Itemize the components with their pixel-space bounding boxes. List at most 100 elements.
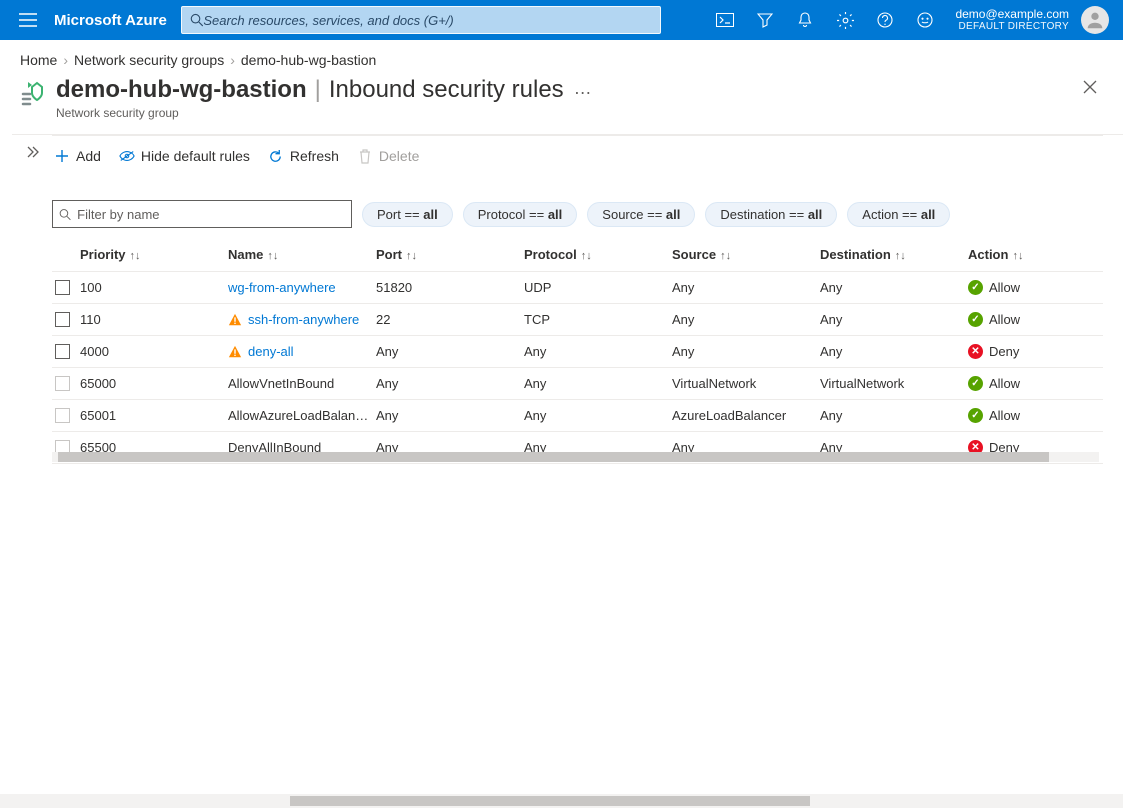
- filter-pill-port[interactable]: Port == all: [362, 202, 453, 227]
- chevron-double-right-icon: [25, 145, 39, 159]
- filter-icon: [757, 12, 773, 28]
- breadcrumb-nsg[interactable]: Network security groups: [74, 52, 224, 68]
- brand-label[interactable]: Microsoft Azure: [48, 12, 181, 29]
- notifications-button[interactable]: [785, 0, 825, 40]
- chevron-right-icon: ›: [63, 52, 68, 68]
- sort-icon: ↑↓: [891, 250, 906, 262]
- global-search-input[interactable]: [203, 13, 651, 28]
- cell-port: Any: [376, 338, 524, 365]
- cell-destination: Any: [820, 402, 968, 429]
- table-horizontal-scrollbar[interactable]: [52, 452, 1099, 462]
- cell-priority: 4000: [80, 338, 228, 365]
- avatar-icon: [1084, 9, 1106, 31]
- delete-button: Delete: [355, 146, 421, 166]
- filter-pill-action[interactable]: Action == all: [847, 202, 950, 227]
- rule-name-link[interactable]: wg-from-anywhere: [228, 280, 336, 295]
- cell-name: deny-all: [228, 344, 368, 359]
- page-section: Inbound security rules: [329, 76, 564, 104]
- help-button[interactable]: [865, 0, 905, 40]
- filter-pill-source[interactable]: Source == all: [587, 202, 695, 227]
- top-bar: Microsoft Azure demo@example.com DEFAULT…: [0, 0, 1123, 40]
- directories-button[interactable]: [745, 0, 785, 40]
- table-row[interactable]: 65001AllowAzureLoadBalan…AnyAnyAzureLoad…: [52, 400, 1103, 432]
- col-priority[interactable]: Priority↑↓: [80, 241, 228, 268]
- table-row[interactable]: 100wg-from-anywhere51820UDPAnyAny✓Allow: [52, 272, 1103, 304]
- global-search[interactable]: [181, 6, 661, 34]
- col-destination[interactable]: Destination↑↓: [820, 241, 968, 268]
- menu-button[interactable]: [8, 0, 48, 40]
- col-port[interactable]: Port↑↓: [376, 241, 524, 268]
- cell-destination: Any: [820, 274, 968, 301]
- close-button[interactable]: [1077, 76, 1103, 98]
- cell-port: 22: [376, 306, 524, 333]
- hamburger-icon: [19, 13, 37, 27]
- feedback-icon: [917, 12, 933, 28]
- cell-source: AzureLoadBalancer: [672, 402, 820, 429]
- page-horizontal-scrollbar[interactable]: [0, 794, 1123, 808]
- cell-priority: 65001: [80, 402, 228, 429]
- more-button[interactable]: …: [568, 78, 599, 99]
- cell-priority: 100: [80, 274, 228, 301]
- page-title: demo-hub-wg-bastion: [56, 76, 307, 104]
- allow-icon: ✓: [968, 376, 983, 391]
- warning-icon: [228, 313, 242, 327]
- chevron-right-icon: ›: [230, 52, 235, 68]
- page-header: demo-hub-wg-bastion | Inbound security r…: [0, 74, 1123, 134]
- row-checkbox: [55, 376, 70, 391]
- page-subtitle: Network security group: [56, 106, 1077, 120]
- filter-pill-protocol[interactable]: Protocol == all: [463, 202, 578, 227]
- breadcrumb: Home › Network security groups › demo-hu…: [0, 40, 1123, 74]
- add-button[interactable]: Add: [52, 146, 103, 166]
- account-email: demo@example.com: [955, 8, 1069, 21]
- col-source[interactable]: Source↑↓: [672, 241, 820, 268]
- sort-icon: ↑↓: [263, 250, 278, 262]
- cell-name: wg-from-anywhere: [228, 280, 368, 295]
- rule-name-link[interactable]: deny-all: [248, 344, 294, 359]
- table-row[interactable]: 110ssh-from-anywhere22TCPAnyAny✓Allow: [52, 304, 1103, 336]
- filter-pill-destination[interactable]: Destination == all: [705, 202, 837, 227]
- cell-action: ✓Allow: [968, 376, 1080, 391]
- cell-source: VirtualNetwork: [672, 370, 820, 397]
- expand-nav-button[interactable]: [12, 135, 52, 464]
- account-directory: DEFAULT DIRECTORY: [959, 21, 1070, 32]
- settings-button[interactable]: [825, 0, 865, 40]
- cell-port: Any: [376, 370, 524, 397]
- cell-protocol: Any: [524, 338, 672, 365]
- rule-name-link[interactable]: ssh-from-anywhere: [248, 312, 359, 327]
- breadcrumb-home[interactable]: Home: [20, 52, 57, 68]
- feedback-button[interactable]: [905, 0, 945, 40]
- cell-action: ✓Allow: [968, 280, 1080, 295]
- breadcrumb-current: demo-hub-wg-bastion: [241, 52, 376, 68]
- cell-priority: 110: [80, 306, 228, 333]
- cell-source: Any: [672, 306, 820, 333]
- bell-icon: [797, 12, 813, 28]
- row-checkbox[interactable]: [55, 344, 70, 359]
- name-filter[interactable]: [52, 200, 352, 228]
- cell-destination: VirtualNetwork: [820, 370, 968, 397]
- col-name[interactable]: Name↑↓: [228, 241, 376, 268]
- allow-icon: ✓: [968, 312, 983, 327]
- trash-icon: [357, 148, 373, 164]
- sort-icon: ↑↓: [1008, 250, 1023, 262]
- cell-protocol: UDP: [524, 274, 672, 301]
- col-action[interactable]: Action↑↓: [968, 241, 1088, 268]
- cell-action: ✓Allow: [968, 408, 1080, 423]
- table-row[interactable]: 4000deny-allAnyAnyAnyAny✕Deny: [52, 336, 1103, 368]
- account-avatar[interactable]: [1081, 6, 1109, 34]
- row-checkbox[interactable]: [55, 280, 70, 295]
- hide-default-rules-button[interactable]: Hide default rules: [117, 146, 252, 166]
- rule-name-text: AllowVnetInBound: [228, 376, 334, 391]
- cell-source: Any: [672, 274, 820, 301]
- row-checkbox: [55, 408, 70, 423]
- row-checkbox[interactable]: [55, 312, 70, 327]
- account-info[interactable]: demo@example.com DEFAULT DIRECTORY: [945, 8, 1073, 32]
- search-icon: [190, 13, 204, 27]
- name-filter-input[interactable]: [77, 207, 345, 222]
- cloud-shell-button[interactable]: [705, 0, 745, 40]
- cell-protocol: Any: [524, 370, 672, 397]
- table-row[interactable]: 65000AllowVnetInBoundAnyAnyVirtualNetwor…: [52, 368, 1103, 400]
- close-icon: [1083, 80, 1097, 94]
- col-protocol[interactable]: Protocol↑↓: [524, 241, 672, 268]
- cell-name: ssh-from-anywhere: [228, 312, 368, 327]
- refresh-button[interactable]: Refresh: [266, 146, 341, 166]
